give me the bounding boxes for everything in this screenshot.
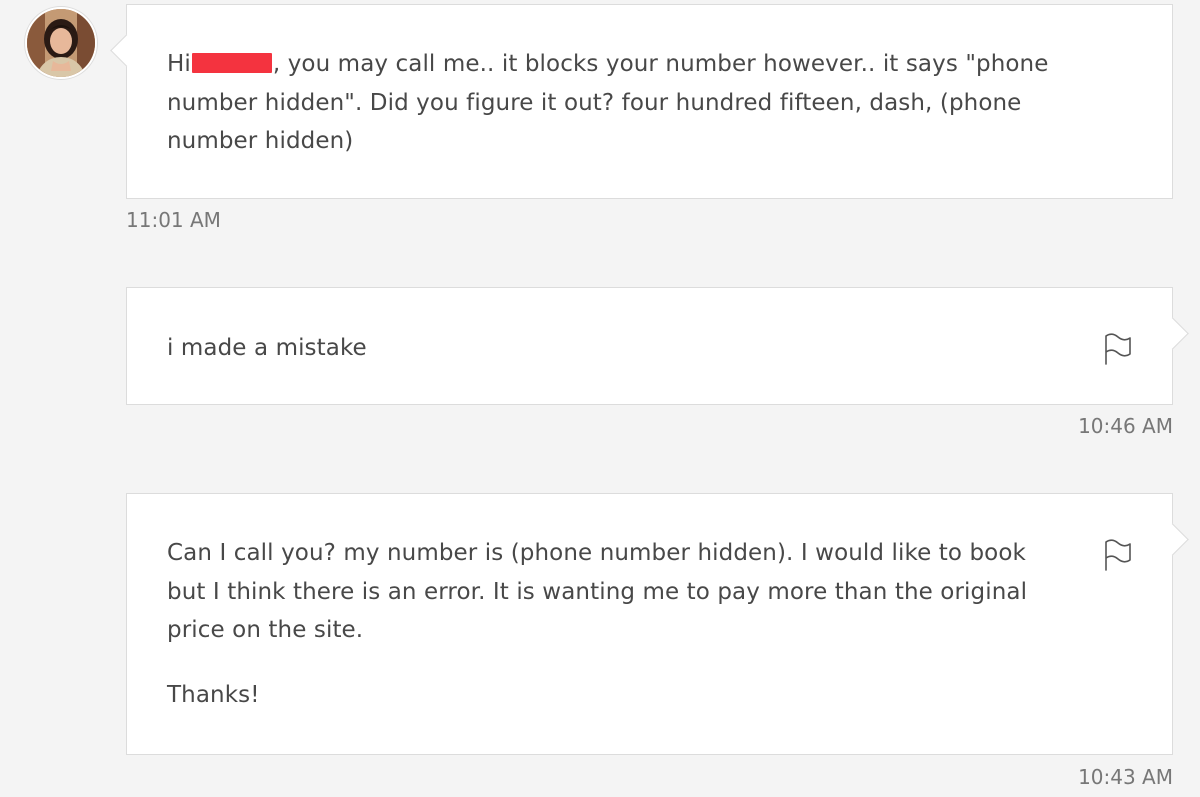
avatar[interactable] xyxy=(25,7,97,79)
message-timestamp: 10:46 AM xyxy=(1078,414,1173,438)
avatar-photo xyxy=(27,9,95,77)
message-line-1: Can I call you? my number is (phone numb… xyxy=(167,540,1026,566)
message-line-1: , you may call me.. it blocks your numbe… xyxy=(272,51,1049,77)
message-greeting: Hi xyxy=(167,51,191,77)
message-bubble-incoming: Hi , you may call me.. it blocks your num… xyxy=(110,4,1173,199)
flag-icon[interactable] xyxy=(1102,332,1134,366)
message-line-1: i made a mistake xyxy=(167,335,367,361)
redaction-mark xyxy=(191,53,272,73)
message-line: Hi , you may call me.. it blocks your num… xyxy=(167,45,1048,84)
bubble-pointer xyxy=(110,34,143,67)
message-line-2: but I think there is an error. It is wan… xyxy=(167,578,1028,605)
message-bubble-outgoing: Can I call you? my number is (phone numb… xyxy=(126,493,1189,755)
message-line-3: number hidden) xyxy=(167,128,354,154)
message-timestamp: 11:01 AM xyxy=(126,208,221,232)
bubble-pointer xyxy=(1156,523,1189,556)
bubble-pointer xyxy=(1156,317,1189,350)
flag-icon[interactable] xyxy=(1102,538,1134,572)
message-line-2: number hidden". Did you figure it out? f… xyxy=(167,89,1022,116)
message-timestamp: 10:43 AM xyxy=(1078,765,1173,789)
message-line-4: Thanks! xyxy=(167,681,260,708)
message-text: i made a mistake xyxy=(167,329,367,368)
message-line-3: price on the site. xyxy=(167,617,364,643)
message-text: Hi , you may call me.. it blocks your num… xyxy=(167,45,1048,161)
message-text: Can I call you? my number is (phone numb… xyxy=(167,534,1027,714)
message-bubble-outgoing: i made a mistake xyxy=(126,287,1189,405)
